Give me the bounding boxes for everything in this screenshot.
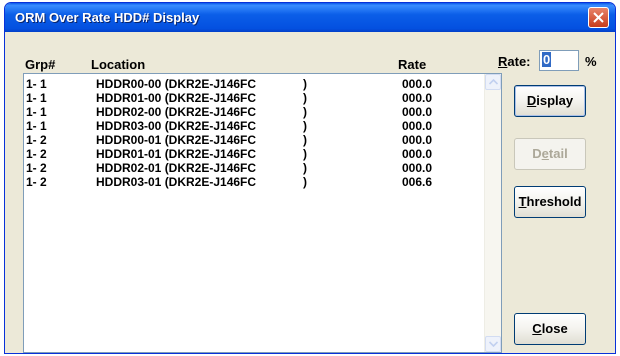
location-text: HDDR02-01 (DKR2E-J146FC xyxy=(96,161,257,175)
vertical-scrollbar[interactable] xyxy=(484,74,501,352)
rate-cell: 000.0 xyxy=(402,147,433,161)
location-cell: HDDR02-00 (DKR2E-J146FC) xyxy=(96,105,307,119)
rate-cell: 006.6 xyxy=(402,175,433,189)
threshold-button[interactable]: Threshold xyxy=(514,186,586,218)
grp-cell: 1- 1 xyxy=(26,91,47,105)
list-item[interactable]: 1- 2 HDDR02-01 (DKR2E-J146FC) 000.0 xyxy=(24,161,482,175)
rate-cell: 000.0 xyxy=(402,119,433,133)
column-header-rate: Rate xyxy=(398,57,427,72)
rate-cell: 000.0 xyxy=(402,77,433,91)
location-cell: HDDR02-01 (DKR2E-J146FC) xyxy=(96,161,307,175)
close-button[interactable]: Close xyxy=(514,313,586,345)
location-close: ) xyxy=(303,77,307,91)
grp-cell: 1- 1 xyxy=(26,105,47,119)
window-title: ORM Over Rate HDD# Display xyxy=(15,10,200,25)
hdd-list[interactable]: 1- 1 HDDR00-00 (DKR2E-J146FC) 000.0 1- 1… xyxy=(23,73,502,353)
scroll-up-button[interactable] xyxy=(485,74,501,90)
grp-cell: 1- 2 xyxy=(26,161,47,175)
grp-cell: 1- 2 xyxy=(26,175,47,189)
dialog-window: ORM Over Rate HDD# Display Grp# Location… xyxy=(4,2,616,354)
percent-label: % xyxy=(585,54,597,69)
rate-input[interactable]: 0 xyxy=(539,50,579,71)
close-x-icon xyxy=(593,12,604,23)
location-close: ) xyxy=(303,133,307,147)
grp-cell: 1- 2 xyxy=(26,147,47,161)
location-text: HDDR01-00 (DKR2E-J146FC xyxy=(96,91,257,105)
list-item[interactable]: 1- 2 HDDR03-01 (DKR2E-J146FC) 006.6 xyxy=(24,175,482,189)
grp-cell: 1- 1 xyxy=(26,119,47,133)
display-button[interactable]: Display xyxy=(514,85,586,117)
location-cell: HDDR00-01 (DKR2E-J146FC) xyxy=(96,133,307,147)
grp-cell: 1- 2 xyxy=(26,133,47,147)
location-cell: HDDR03-01 (DKR2E-J146FC) xyxy=(96,175,307,189)
rate-label: Rate: xyxy=(498,54,531,69)
location-close: ) xyxy=(303,105,307,119)
rate-cell: 000.0 xyxy=(402,91,433,105)
rate-cell: 000.0 xyxy=(402,161,433,175)
list-item[interactable]: 1- 1 HDDR03-00 (DKR2E-J146FC) 000.0 xyxy=(24,119,482,133)
arrow-down-icon xyxy=(489,341,498,347)
column-header-location: Location xyxy=(91,57,146,72)
location-cell: HDDR00-00 (DKR2E-J146FC) xyxy=(96,77,307,91)
rate-cell: 000.0 xyxy=(402,133,433,147)
location-text: HDDR02-00 (DKR2E-J146FC xyxy=(96,105,257,119)
location-close: ) xyxy=(303,119,307,133)
location-close: ) xyxy=(303,175,307,189)
location-close: ) xyxy=(303,147,307,161)
location-text: HDDR00-00 (DKR2E-J146FC xyxy=(96,77,257,91)
location-cell: HDDR01-00 (DKR2E-J146FC) xyxy=(96,91,307,105)
list-item[interactable]: 1- 1 HDDR01-00 (DKR2E-J146FC) 000.0 xyxy=(24,91,482,105)
scroll-down-button[interactable] xyxy=(485,336,501,352)
list-item[interactable]: 1- 2 HDDR00-01 (DKR2E-J146FC) 000.0 xyxy=(24,133,482,147)
rate-cell: 000.0 xyxy=(402,105,433,119)
location-close: ) xyxy=(303,91,307,105)
location-text: HDDR01-01 (DKR2E-J146FC xyxy=(96,147,257,161)
location-cell: HDDR01-01 (DKR2E-J146FC) xyxy=(96,147,307,161)
title-bar[interactable]: ORM Over Rate HDD# Display xyxy=(5,3,615,32)
list-item[interactable]: 1- 1 HDDR02-00 (DKR2E-J146FC) 000.0 xyxy=(24,105,482,119)
column-header-grp: Grp# xyxy=(25,57,56,72)
location-close: ) xyxy=(303,161,307,175)
arrow-up-icon xyxy=(489,79,498,85)
location-text: HDDR03-01 (DKR2E-J146FC xyxy=(96,175,257,189)
rate-input-value: 0 xyxy=(542,52,552,67)
list-item[interactable]: 1- 2 HDDR01-01 (DKR2E-J146FC) 000.0 xyxy=(24,147,482,161)
grp-cell: 1- 1 xyxy=(26,77,47,91)
location-cell: HDDR03-00 (DKR2E-J146FC) xyxy=(96,119,307,133)
list-item[interactable]: 1- 1 HDDR00-00 (DKR2E-J146FC) 000.0 xyxy=(24,77,482,91)
location-text: HDDR00-01 (DKR2E-J146FC xyxy=(96,133,257,147)
location-text: HDDR03-00 (DKR2E-J146FC xyxy=(96,119,257,133)
detail-button[interactable]: Detail xyxy=(514,138,586,170)
close-window-button[interactable] xyxy=(588,7,609,28)
